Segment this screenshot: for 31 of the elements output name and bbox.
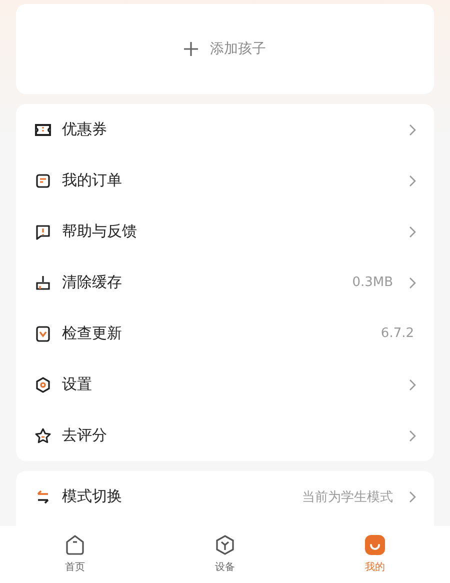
menu-value: 当前为学生模式 <box>302 488 393 506</box>
add-child-card[interactable]: 添加孩子 <box>16 4 434 94</box>
menu-label: 模式切换 <box>62 487 122 506</box>
hexagon-icon <box>214 534 236 556</box>
chat-icon <box>34 222 52 240</box>
menu-item[interactable]: 去评分 <box>16 410 434 461</box>
menu-item[interactable]: 检查更新 6.7.2 <box>16 308 434 359</box>
menu-item[interactable]: 我的订单 <box>16 155 434 206</box>
menu-item[interactable]: 优惠券 <box>16 104 434 155</box>
menu-label: 清除缓存 <box>62 273 122 292</box>
menu-item[interactable]: 清除缓存 0.3MB <box>16 257 434 308</box>
menu-item[interactable]: 模式切换 当前为学生模式 <box>16 471 434 522</box>
menu-item[interactable]: 帮助与反馈 <box>16 206 434 257</box>
star-icon <box>34 426 52 444</box>
menu-item[interactable]: 设置 <box>16 359 434 410</box>
nav-tab[interactable]: 设备 <box>150 526 300 583</box>
house-icon <box>64 534 86 556</box>
settings-icon <box>34 376 52 394</box>
menu-label: 我的订单 <box>62 171 122 190</box>
menu-value: 0.3MB <box>352 275 393 290</box>
menu-label: 检查更新 <box>62 324 122 343</box>
nav-tab[interactable]: 首页 <box>0 526 150 583</box>
menu-label: 帮助与反馈 <box>62 222 137 241</box>
add-child-label: 添加孩子 <box>210 40 266 58</box>
menu-value: 6.7.2 <box>380 326 414 341</box>
smile-icon <box>364 534 386 556</box>
document-icon <box>34 172 52 190</box>
menu-label: 去评分 <box>62 426 107 445</box>
plus-icon <box>184 42 198 56</box>
menu-label: 优惠券 <box>62 120 107 139</box>
menu-label: 设置 <box>62 375 92 394</box>
